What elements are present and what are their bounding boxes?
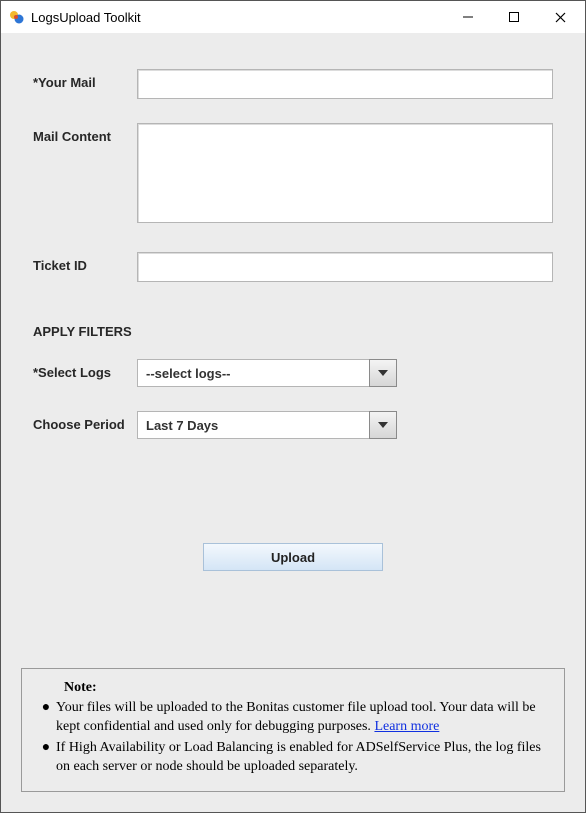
period-value: Last 7 Days — [137, 411, 370, 439]
app-icon — [9, 9, 25, 25]
select-logs-value: --select logs-- — [137, 359, 370, 387]
note-text-2: If High Availability or Load Balancing i… — [56, 739, 550, 777]
upload-button-label: Upload — [271, 550, 315, 565]
select-logs-label: *Select Logs — [17, 359, 137, 380]
titlebar: LogsUpload Toolkit — [1, 1, 585, 33]
upload-wrap: Upload — [17, 543, 569, 571]
select-logs-row: *Select Logs --select logs-- — [17, 359, 569, 387]
chevron-down-icon — [369, 411, 397, 439]
ticket-input[interactable] — [137, 252, 553, 282]
minimize-button[interactable] — [445, 2, 491, 32]
maximize-button[interactable] — [491, 2, 537, 32]
filters-heading: APPLY FILTERS — [17, 324, 569, 339]
bullet-icon: ● — [36, 699, 56, 737]
learn-more-link[interactable]: Learn more — [374, 719, 439, 734]
period-dropdown[interactable]: Last 7 Days — [137, 411, 397, 439]
period-label: Choose Period — [17, 411, 137, 432]
mail-content-input[interactable] — [137, 123, 553, 223]
bullet-icon: ● — [36, 739, 56, 777]
mail-input[interactable] — [137, 69, 553, 99]
note-text-1a: Your files will be uploaded to the Bonit… — [56, 700, 536, 734]
ticket-row: Ticket ID — [17, 252, 569, 282]
app-window: LogsUpload Toolkit *Your Mail Mail Conte… — [0, 0, 586, 813]
content-area: *Your Mail Mail Content Ticket ID APPLY … — [1, 33, 585, 812]
chevron-down-icon — [369, 359, 397, 387]
note-box: Note: ● Your files will be uploaded to t… — [21, 668, 565, 792]
select-logs-dropdown[interactable]: --select logs-- — [137, 359, 397, 387]
mail-content-row: Mail Content — [17, 123, 569, 228]
upload-button[interactable]: Upload — [203, 543, 383, 571]
note-title: Note: — [36, 679, 550, 698]
mail-row: *Your Mail — [17, 69, 569, 99]
mail-label: *Your Mail — [17, 69, 137, 90]
close-button[interactable] — [537, 2, 583, 32]
note-item-2: ● If High Availability or Load Balancing… — [36, 739, 550, 777]
ticket-label: Ticket ID — [17, 252, 137, 273]
period-row: Choose Period Last 7 Days — [17, 411, 569, 439]
mail-content-label: Mail Content — [17, 123, 137, 144]
note-item-1: ● Your files will be uploaded to the Bon… — [36, 699, 550, 737]
window-title: LogsUpload Toolkit — [31, 10, 445, 25]
